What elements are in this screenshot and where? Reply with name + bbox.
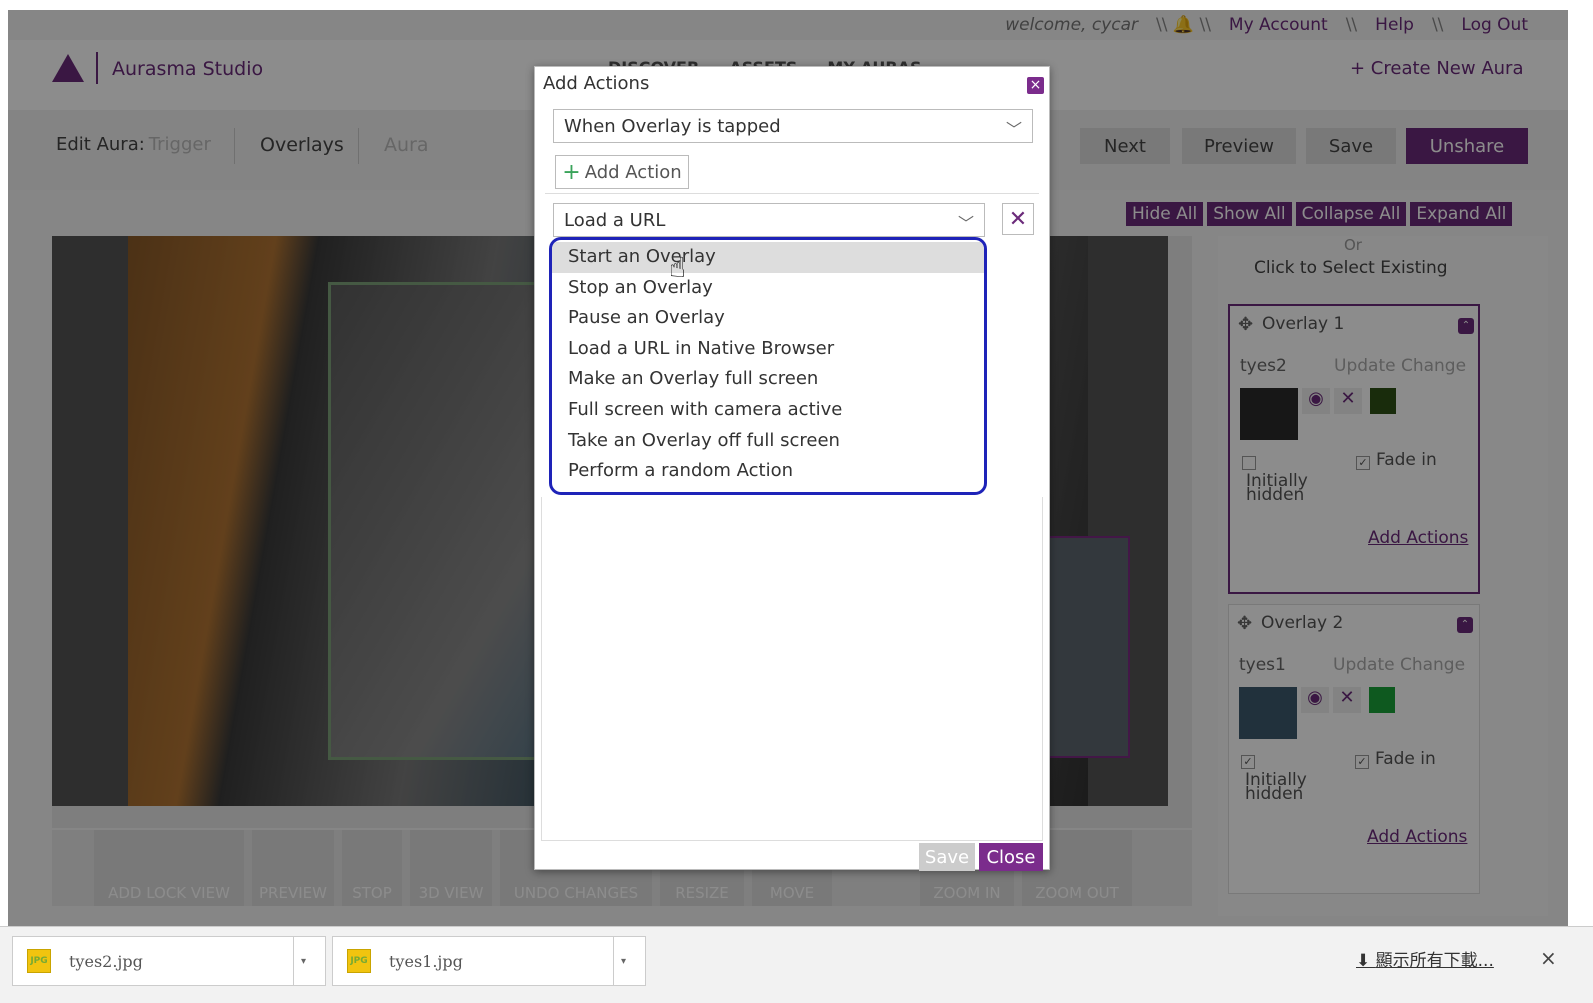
trigger-select[interactable]: When Overlay is tapped ﹀: [553, 109, 1033, 143]
jpg-file-icon: JPG: [347, 949, 371, 973]
close-icon[interactable]: ×: [1027, 77, 1044, 94]
download-filename: tyes1.jpg: [389, 951, 463, 971]
option-load-url-native[interactable]: Load a URL in Native Browser: [552, 334, 984, 365]
chevron-down-icon: ﹀: [958, 214, 975, 233]
action-select-value: Load a URL: [564, 209, 666, 231]
download-item-2[interactable]: JPG tyes1.jpg ▾: [332, 936, 646, 986]
trigger-select-value: When Overlay is tapped: [564, 115, 781, 137]
action-options-list: Start an Overlay Stop an Overlay Pause a…: [549, 237, 987, 495]
add-action-button[interactable]: + Add Action: [555, 155, 689, 189]
close-download-bar-icon[interactable]: ×: [1540, 946, 1557, 970]
action-select[interactable]: Load a URL ﹀: [553, 203, 985, 237]
add-actions-dialog: Add Actions × When Overlay is tapped ﹀ +…: [534, 66, 1050, 871]
show-all-downloads-label: 顯示所有下載...: [1375, 951, 1494, 971]
add-action-label: Add Action: [584, 161, 682, 183]
download-icon: ⬇: [1356, 951, 1376, 971]
remove-action-icon[interactable]: ✕: [1002, 203, 1034, 235]
option-off-full-screen[interactable]: Take an Overlay off full screen: [552, 426, 984, 457]
show-all-downloads-link[interactable]: ⬇ 顯示所有下載...: [1356, 946, 1494, 971]
option-random-action[interactable]: Perform a random Action: [552, 456, 984, 487]
dialog-close-button[interactable]: Close: [979, 843, 1043, 871]
chevron-down-icon[interactable]: ▾: [293, 936, 313, 986]
hand-cursor-icon: ☝: [669, 251, 687, 284]
divider: [545, 193, 1039, 194]
jpg-file-icon: JPG: [27, 949, 51, 973]
dialog-body-frame: [541, 497, 1043, 841]
dialog-save-button[interactable]: Save: [919, 843, 975, 871]
option-full-screen[interactable]: Make an Overlay full screen: [552, 364, 984, 395]
download-filename: tyes2.jpg: [69, 951, 143, 971]
option-start-overlay[interactable]: Start an Overlay: [552, 242, 984, 273]
option-pause-overlay[interactable]: Pause an Overlay: [552, 303, 984, 334]
option-full-screen-camera[interactable]: Full screen with camera active: [552, 395, 984, 426]
dialog-title: Add Actions: [543, 73, 650, 94]
plus-icon: +: [562, 159, 581, 185]
option-stop-overlay[interactable]: Stop an Overlay: [552, 273, 984, 304]
app-window: welcome, cycar \\ 🔔 \\ My Account \\ Hel…: [8, 10, 1568, 926]
chevron-down-icon[interactable]: ▾: [613, 936, 633, 986]
download-item-1[interactable]: JPG tyes2.jpg ▾: [12, 936, 326, 986]
chevron-down-icon: ﹀: [1006, 120, 1023, 139]
